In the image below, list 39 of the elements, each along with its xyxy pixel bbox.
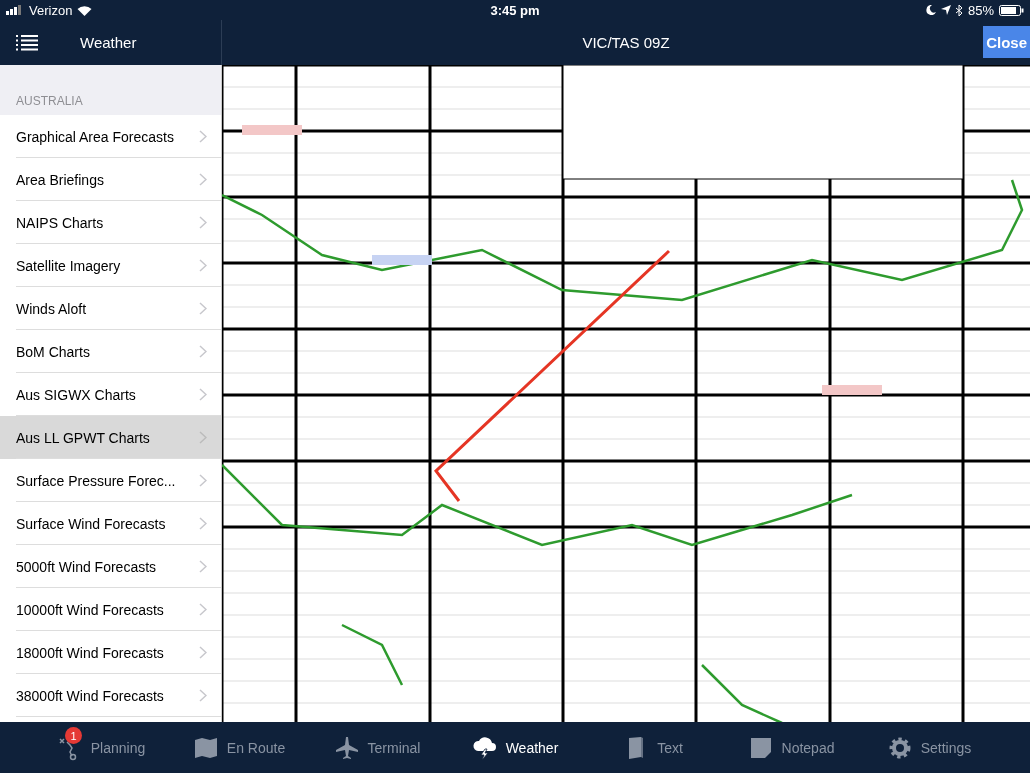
notification-badge: 1 xyxy=(65,727,82,744)
chevron-icon xyxy=(199,431,207,444)
tab-bar-item[interactable]: Text xyxy=(584,722,722,773)
chevron-icon xyxy=(199,474,207,487)
location-arrow-icon xyxy=(940,5,951,15)
tab-bar-item[interactable]: En Route xyxy=(170,722,308,773)
storm-cloud-icon xyxy=(471,734,498,761)
tab-bar-item[interactable]: Settings xyxy=(860,722,998,773)
chart-title: VIC/TAS 09Z xyxy=(582,34,670,51)
carrier-label: Verizon xyxy=(29,2,73,18)
chevron-icon xyxy=(199,560,207,573)
airplane-icon xyxy=(333,734,360,761)
tab-bar-item[interactable]: Notepad xyxy=(722,722,860,773)
chevron-icon xyxy=(199,130,207,143)
moon-icon xyxy=(925,5,936,15)
chevron-icon xyxy=(199,216,207,229)
bluetooth-icon xyxy=(955,4,963,16)
tab-bar-item[interactable]: Terminal xyxy=(308,722,446,773)
chevron-icon xyxy=(199,603,207,616)
battery-icon xyxy=(999,4,1024,16)
tab-bar-item[interactable]: 1 Planning xyxy=(32,722,170,773)
battery-percentage: 85% xyxy=(967,2,994,18)
chevron-icon xyxy=(199,345,207,358)
sidebar-item[interactable]: Aus LL GPWT Charts xyxy=(0,416,221,459)
sidebar-title: Weather xyxy=(80,34,137,51)
chevron-icon xyxy=(199,689,207,702)
chevron-icon xyxy=(199,388,207,401)
chevron-icon xyxy=(199,646,207,659)
chevron-icon xyxy=(199,517,207,530)
signal-icon xyxy=(6,5,24,15)
close-button[interactable]: Close xyxy=(983,26,1030,58)
tab-bar-item[interactable]: Weather xyxy=(446,722,584,773)
clock: 3:45 pm xyxy=(490,2,540,18)
menu-icon[interactable] xyxy=(16,34,38,51)
chevron-icon xyxy=(199,259,207,272)
chevron-icon xyxy=(199,302,207,315)
wifi-icon xyxy=(77,4,93,16)
section-header: AUSTRALIA xyxy=(16,94,83,108)
chevron-icon xyxy=(199,173,207,186)
